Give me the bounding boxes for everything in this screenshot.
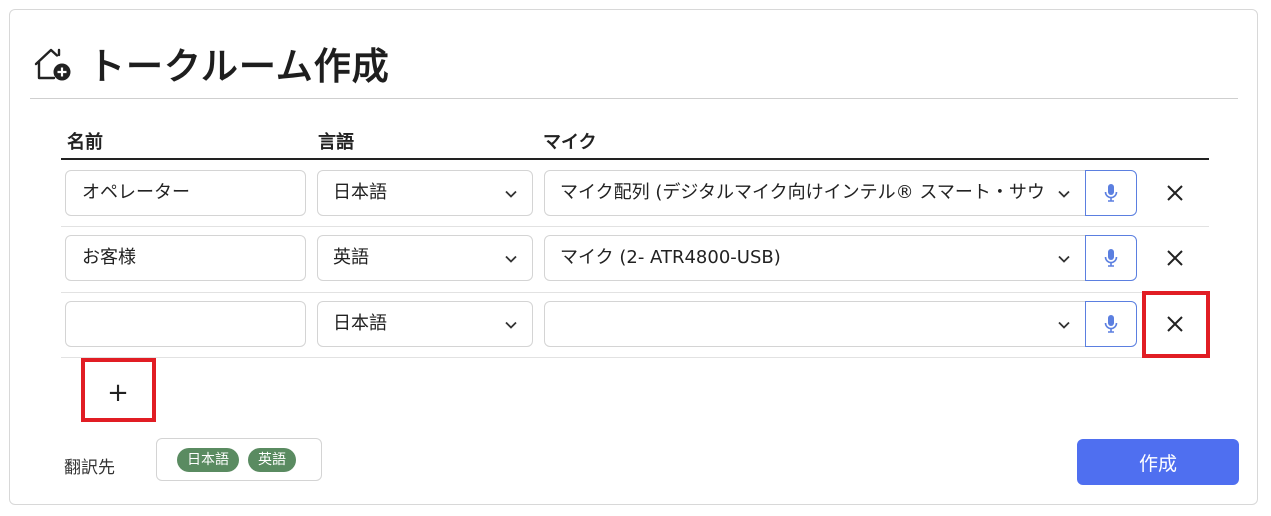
mic-select-value: マイク配列 (デジタルマイク向けインテル® スマート・サウンド・テクノロジー) xyxy=(560,182,1045,203)
translation-target-select[interactable]: 日本語 英語 xyxy=(156,438,322,481)
microphone-icon xyxy=(1104,249,1118,267)
chevron-down-icon xyxy=(505,255,517,263)
participant-row: 日本語 xyxy=(10,301,1259,349)
remove-row-button[interactable] xyxy=(1152,175,1198,211)
participant-name-input[interactable]: お客様 xyxy=(65,235,306,281)
participant-row: オペレーター 日本語 マイク配列 (デジタルマイク向けインテル® スマート・サウ… xyxy=(10,170,1259,218)
column-header-mic: マイク xyxy=(543,132,597,153)
mic-test-button[interactable] xyxy=(1085,301,1137,347)
chevron-down-icon xyxy=(505,190,517,198)
page-header: トークルーム作成 xyxy=(32,36,390,90)
close-icon xyxy=(1167,316,1183,332)
chevron-down-icon xyxy=(1058,255,1070,263)
remove-row-button[interactable] xyxy=(1152,240,1198,276)
participant-row: お客様 英語 マイク (2- ATR4800-USB) xyxy=(10,235,1259,283)
language-select[interactable]: 日本語 xyxy=(317,170,533,216)
mic-select[interactable]: マイク (2- ATR4800-USB) xyxy=(544,235,1086,281)
target-chip[interactable]: 英語 xyxy=(248,447,296,472)
language-select[interactable]: 英語 xyxy=(317,235,533,281)
participant-name-input[interactable]: オペレーター xyxy=(65,170,306,216)
language-select[interactable]: 日本語 xyxy=(317,301,533,347)
language-select-value: 日本語 xyxy=(333,182,387,203)
page-title: トークルーム作成 xyxy=(88,45,390,88)
create-talkroom-card: トークルーム作成 名前 言語 マイク オペレーター 日本語 マイク配列 (デジタ… xyxy=(9,9,1258,505)
row-divider xyxy=(61,226,1209,227)
column-header-name: 名前 xyxy=(67,132,103,153)
mic-test-button[interactable] xyxy=(1085,235,1137,281)
participant-name-input[interactable] xyxy=(65,301,306,347)
mic-select[interactable] xyxy=(544,301,1086,347)
chevron-down-icon xyxy=(1058,190,1070,198)
mic-select[interactable]: マイク配列 (デジタルマイク向けインテル® スマート・サウンド・テクノロジー) xyxy=(544,170,1086,216)
row-divider xyxy=(61,292,1209,293)
chevron-down-icon xyxy=(1058,321,1070,329)
close-icon xyxy=(1167,250,1183,266)
add-row-label: + xyxy=(107,378,129,408)
mic-test-button[interactable] xyxy=(1085,170,1137,216)
translation-target-label: 翻訳先 xyxy=(64,458,115,478)
home-add-icon xyxy=(34,48,71,81)
microphone-icon xyxy=(1104,315,1118,333)
language-select-value: 英語 xyxy=(333,247,369,268)
column-header-language: 言語 xyxy=(318,132,354,153)
close-icon xyxy=(1167,185,1183,201)
table-header-divider xyxy=(61,158,1209,160)
remove-row-button[interactable] xyxy=(1152,306,1198,342)
add-row-button[interactable]: + xyxy=(93,372,143,414)
row-divider xyxy=(61,357,1209,358)
language-select-value: 日本語 xyxy=(333,313,387,334)
microphone-icon xyxy=(1104,184,1118,202)
create-button[interactable]: 作成 xyxy=(1077,439,1239,485)
mic-select-value: マイク (2- ATR4800-USB) xyxy=(560,247,781,268)
chevron-down-icon xyxy=(505,321,517,329)
header-divider xyxy=(30,98,1238,99)
target-chip[interactable]: 日本語 xyxy=(177,447,239,472)
